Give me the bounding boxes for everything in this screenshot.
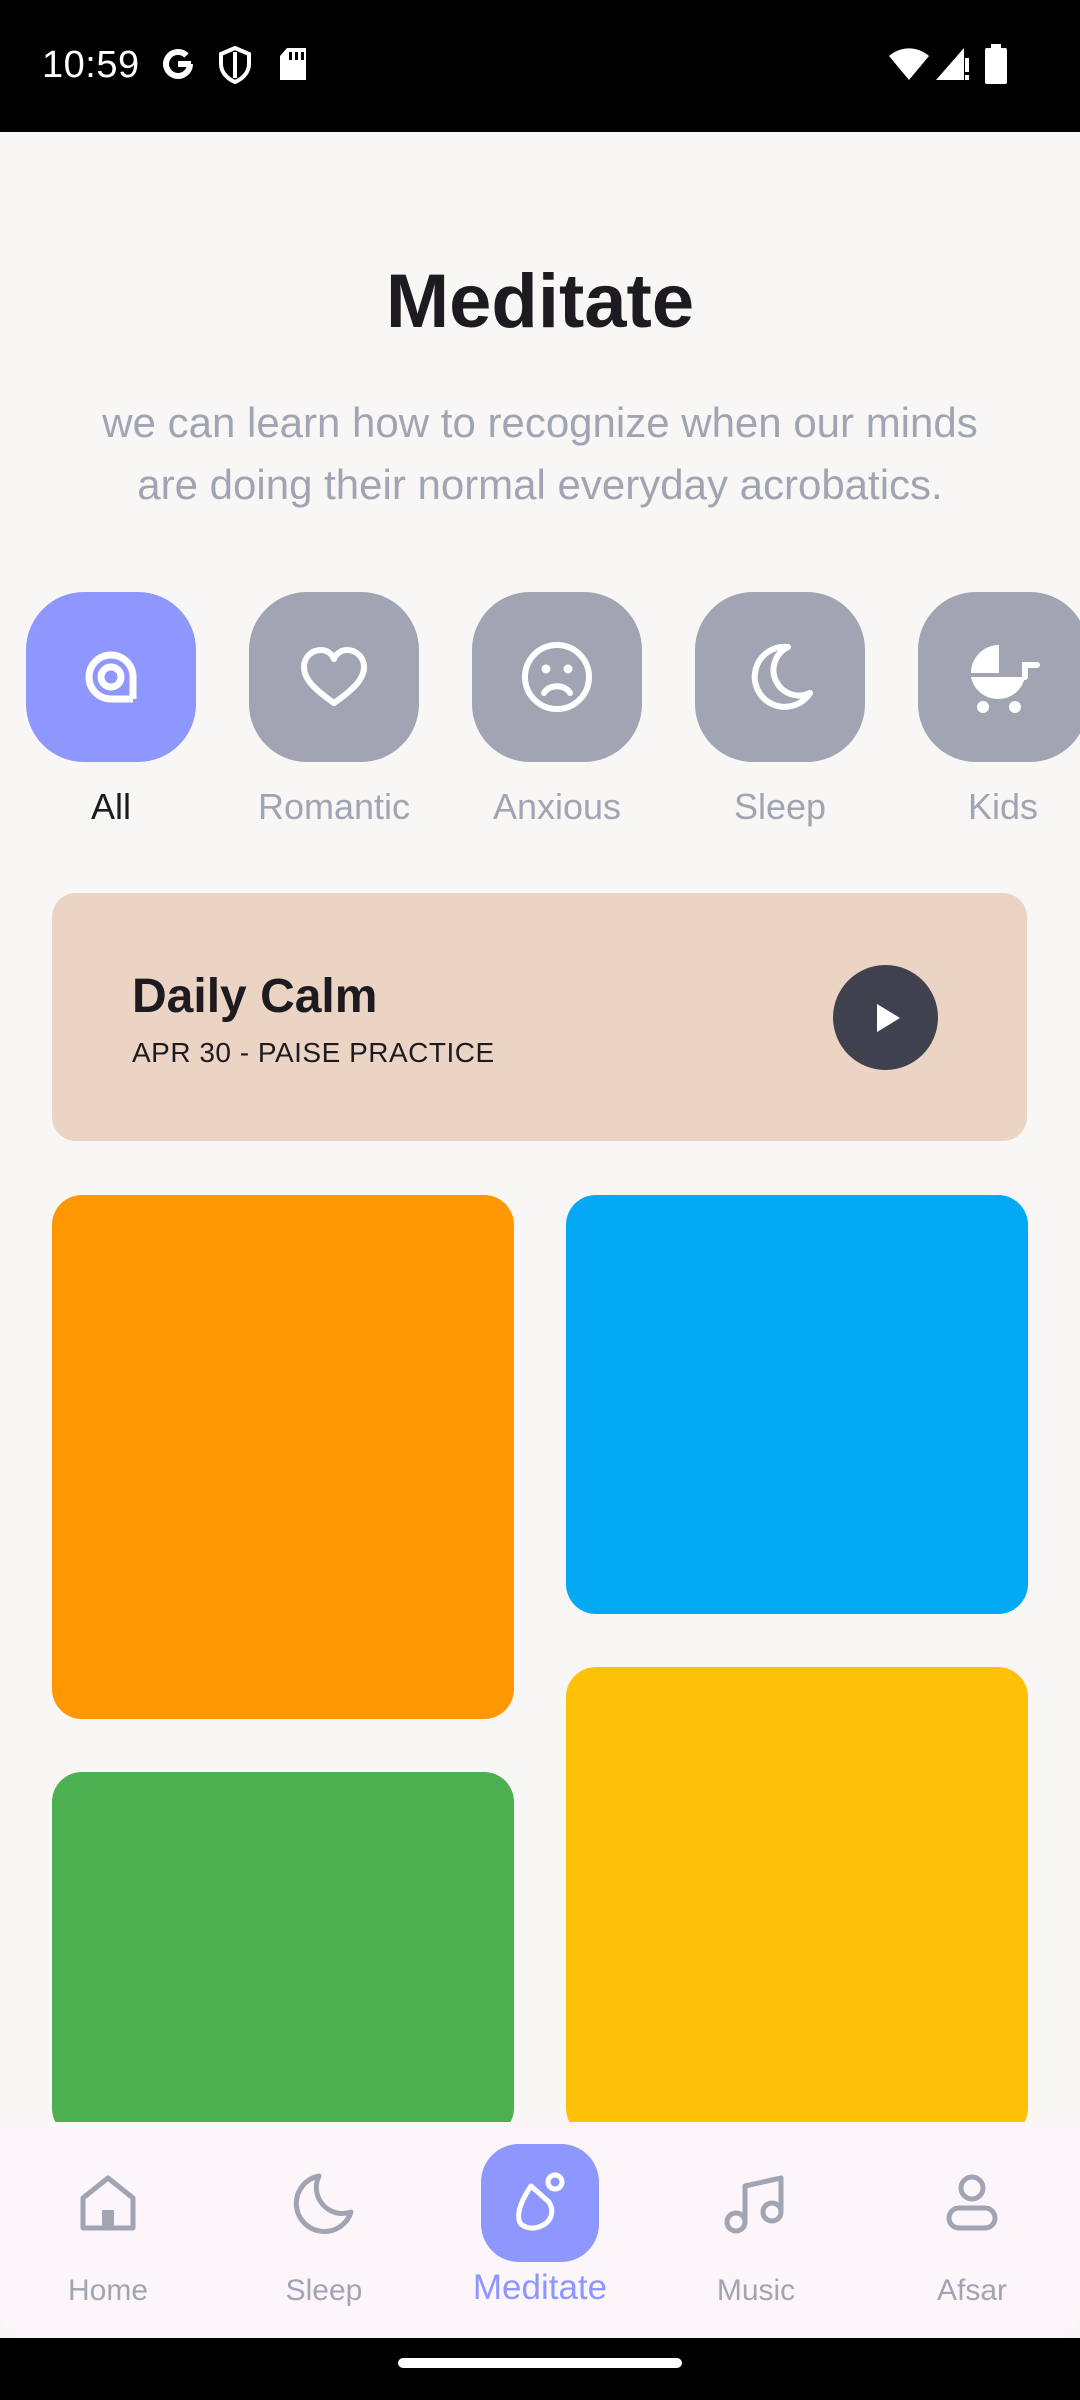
meditate-icon: [516, 2172, 565, 2231]
nav-icon-wrap: [697, 2144, 815, 2262]
category-kids[interactable]: Kids: [918, 592, 1080, 828]
category-tile[interactable]: [472, 592, 642, 762]
daily-calm-subtitle: APR 30 - PAISE PRACTICE: [132, 1037, 495, 1068]
nav-label: Meditate: [472, 2268, 608, 2307]
category-label: Romantic: [257, 786, 411, 827]
wifi-icon: [889, 48, 929, 80]
category-sleep[interactable]: Sleep: [695, 592, 865, 828]
category-anxious[interactable]: Anxious: [472, 592, 642, 828]
bottom-nav: Home Sleep Meditate Music Afsar: [0, 2122, 1080, 2338]
category-tile[interactable]: [249, 592, 419, 762]
person-icon: [946, 2174, 998, 2231]
nav-item-sleep[interactable]: Sleep: [216, 2122, 432, 2338]
sad-face-icon: [522, 642, 592, 712]
meditation-card[interactable]: [566, 1195, 1028, 1614]
gesture-bar: [0, 2338, 1080, 2400]
nav-item-meditate[interactable]: Meditate: [432, 2122, 648, 2338]
moon-icon: [293, 2173, 354, 2234]
page-subtitle: we can learn how to recognize when our m…: [102, 399, 978, 508]
nav-icon-wrap: [265, 2144, 383, 2262]
category-label: Anxious: [492, 786, 622, 827]
music-icon: [724, 2175, 784, 2234]
shield-icon: [219, 46, 251, 84]
status-time: 10:59: [42, 44, 140, 86]
google-icon: [163, 49, 193, 79]
category-tile[interactable]: [695, 592, 865, 762]
play-button[interactable]: [833, 965, 938, 1070]
category-label: Sleep: [733, 786, 827, 827]
play-icon: [876, 1003, 900, 1032]
home-icon: [80, 2175, 136, 2231]
category-romantic[interactable]: Romantic: [249, 592, 419, 828]
category-all[interactable]: All: [26, 592, 196, 828]
nav-icon-wrap: [913, 2144, 1031, 2262]
nav-icon-wrap: [49, 2144, 167, 2262]
nav-icon-wrap: [481, 2144, 599, 2262]
at-icon: [85, 651, 137, 703]
signal-icon: [936, 48, 969, 80]
nav-item-home[interactable]: Home: [0, 2122, 216, 2338]
nav-label: Home: [67, 2274, 149, 2307]
category-list: All Romantic Anxious Sleep Kids: [0, 592, 1080, 832]
nav-label: Sleep: [285, 2274, 363, 2307]
nav-item-afsar[interactable]: Afsar: [864, 2122, 1080, 2338]
nav-label: Music: [716, 2274, 796, 2307]
sd-card-icon: [280, 48, 306, 80]
battery-icon: [985, 44, 1007, 84]
daily-calm-card[interactable]: Daily Calm APR 30 - PAISE PRACTICE: [52, 893, 1027, 1141]
category-label: All: [90, 786, 131, 827]
nav-item-music[interactable]: Music: [648, 2122, 864, 2338]
daily-calm-title: Daily Calm: [132, 970, 378, 1023]
status-bar: 10:59: [0, 0, 1080, 132]
category-tile[interactable]: [918, 592, 1080, 762]
stroller-icon: [971, 645, 1040, 713]
moon-icon: [751, 643, 813, 710]
meditation-card[interactable]: [566, 1667, 1028, 2138]
meditation-card[interactable]: [52, 1195, 514, 1719]
nav-label: Afsar: [936, 2274, 1008, 2307]
heart-icon: [301, 647, 367, 706]
category-tile[interactable]: [26, 592, 196, 762]
meditation-card[interactable]: [52, 1772, 514, 2138]
home-gesture-handle[interactable]: [398, 2358, 682, 2368]
page-title: Meditate: [385, 259, 695, 344]
category-label: Kids: [967, 786, 1039, 827]
